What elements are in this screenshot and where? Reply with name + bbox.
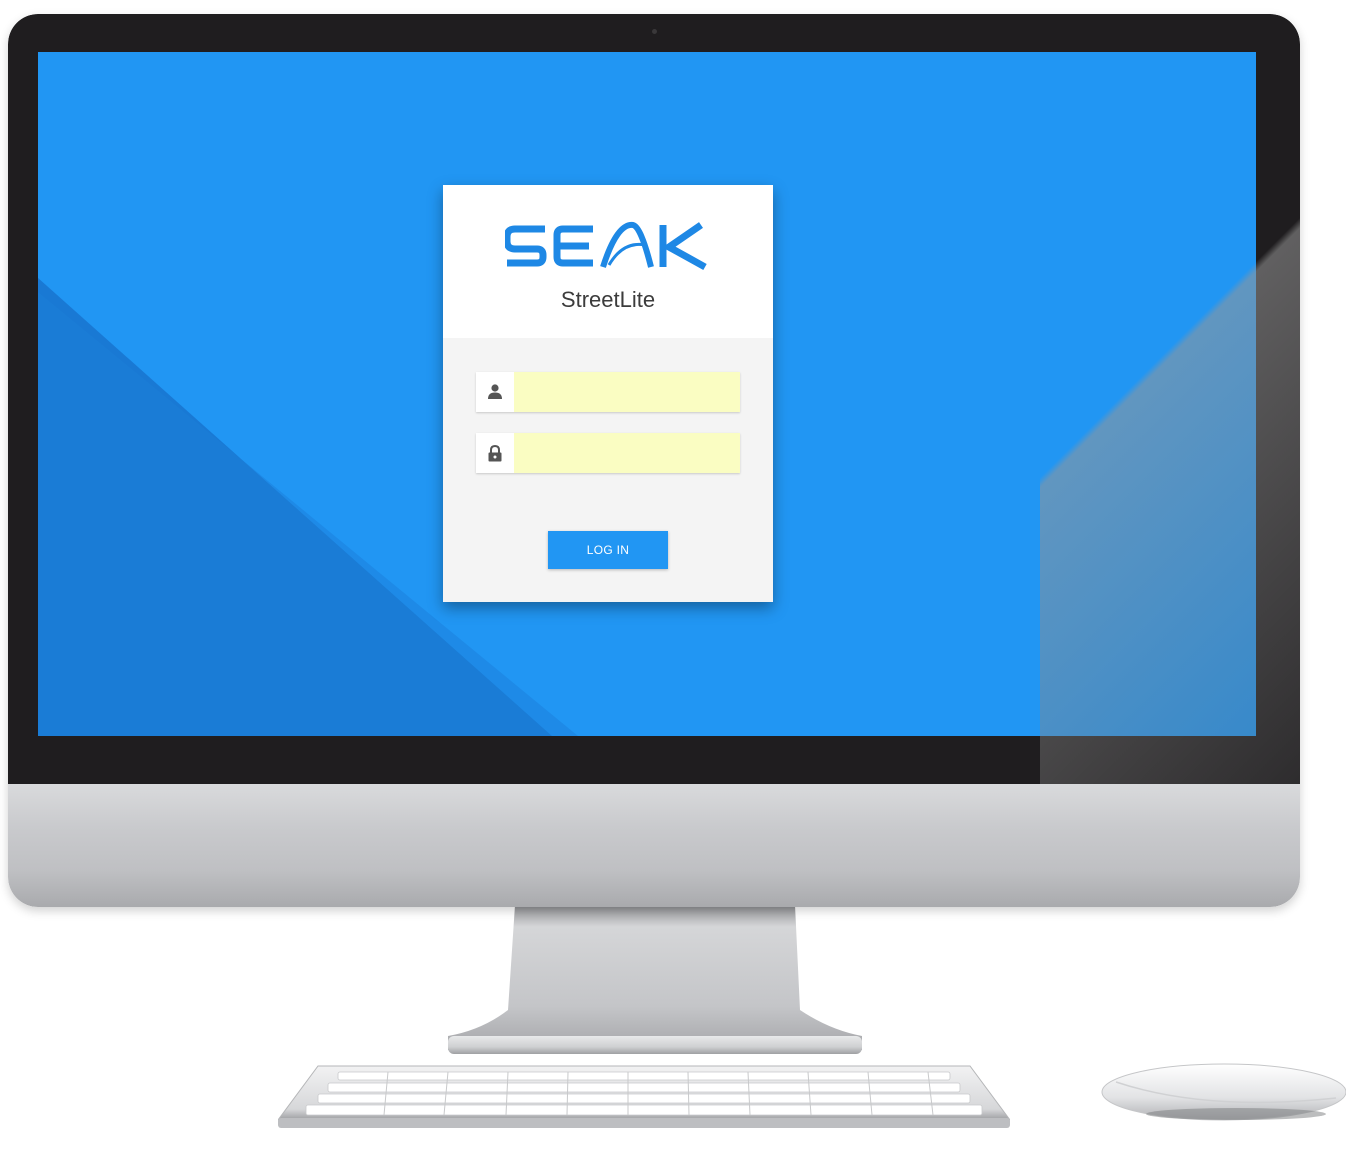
monitor-chin	[8, 784, 1300, 907]
username-field[interactable]	[476, 372, 740, 412]
login-screen: StreetLite LOG IN	[38, 52, 1256, 736]
monitor: StreetLite LOG IN	[8, 14, 1300, 907]
mouse	[1101, 1063, 1346, 1121]
login-card: StreetLite LOG IN	[443, 185, 773, 602]
lock-icon	[476, 433, 513, 473]
login-button[interactable]: LOG IN	[548, 531, 668, 569]
monitor-bezel: StreetLite LOG IN	[8, 14, 1300, 784]
product-mockup: StreetLite LOG IN	[0, 0, 1346, 1169]
camera-dot	[652, 29, 657, 34]
password-input[interactable]	[514, 433, 740, 473]
keyboard	[278, 1065, 1010, 1128]
username-input[interactable]	[514, 372, 740, 412]
app-name: StreetLite	[560, 287, 656, 312]
seak-logo	[505, 222, 707, 271]
card-header: StreetLite	[443, 185, 773, 338]
user-icon	[476, 372, 513, 412]
password-field[interactable]	[476, 433, 740, 473]
